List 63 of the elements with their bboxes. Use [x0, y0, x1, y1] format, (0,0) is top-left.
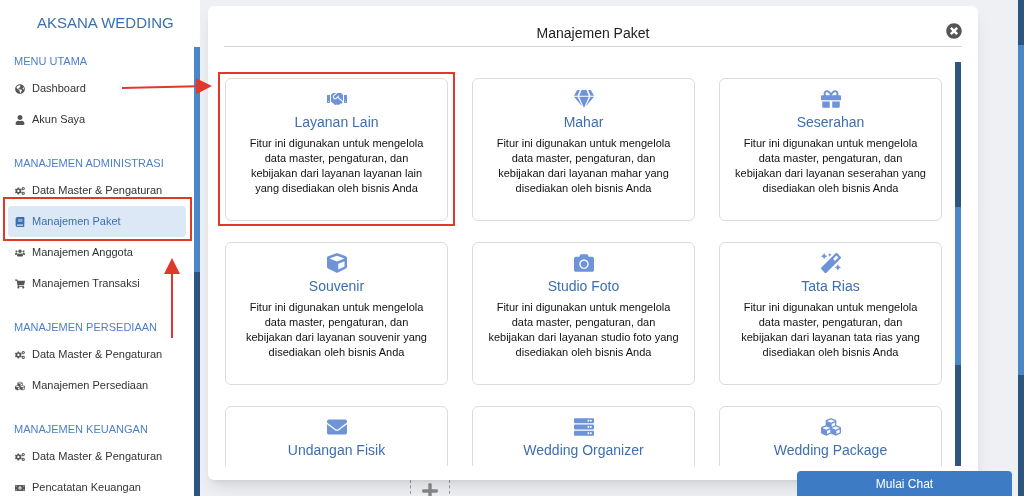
diamond-icon [573, 89, 594, 109]
money-icon [15, 482, 25, 493]
sidebar-item[interactable]: Data Master & Pengaturan [8, 339, 186, 370]
gears-icon [15, 451, 25, 462]
section-heading: MANAJEMEN PERSEDIAAN [13, 319, 159, 335]
envelope-icon [326, 417, 347, 437]
scrollbar-thumb[interactable] [194, 47, 200, 272]
brand-title: AKSANA WEDDING [36, 13, 175, 33]
card-title: Wedding Package [773, 441, 888, 460]
globe-icon [15, 83, 25, 94]
server-icon [573, 417, 594, 437]
card-title: Souvenir [308, 277, 365, 296]
card-title: Layanan Lain [294, 113, 379, 132]
camera-icon [573, 253, 594, 273]
package-card[interactable]: Tata Rias Fitur ini digunakan untuk mengelola data master, pengaturan, dan kebijakan dari layanan tata rias yang disediakan oleh bisnis Anda [719, 242, 942, 385]
cubes-icon [820, 417, 841, 437]
sidebar-item[interactable]: Manajemen Paket [8, 206, 186, 237]
package-card[interactable]: Wedding Organizer [472, 406, 695, 466]
card-description: Fitur ini digunakan untuk mengelola data master, pengaturan, dan kebijakan dari layanan mahar yang disediakan oleh bisnis Anda [495, 136, 672, 196]
plus-icon [421, 482, 439, 496]
sidebar-item[interactable]: Manajemen Transaksi [8, 268, 186, 299]
sidebar-item[interactable]: Data Master & Pengaturan [8, 175, 186, 206]
gift-icon [820, 89, 841, 109]
gears-icon [15, 185, 25, 196]
cubes-icon [15, 380, 25, 391]
card-title: Wedding Organizer [523, 441, 644, 460]
card-title: Tata Rias [801, 277, 860, 296]
close-button[interactable] [946, 23, 962, 39]
sidebar-item[interactable]: Akun Saya [8, 104, 186, 135]
users-icon [15, 247, 25, 258]
cube-icon [326, 253, 347, 273]
modal-title: Manajemen Paket [536, 23, 650, 43]
card-title: Seserahan [796, 113, 865, 132]
card-description: Fitur ini digunakan untuk mengelola data master, pengaturan, dan kebijakan dari layanan souvenir yang disediakan oleh bisnis Anda [245, 300, 428, 360]
sidebar-item[interactable]: Data Master & Pengaturan [8, 441, 186, 472]
card-title: Studio Foto [547, 277, 620, 296]
chat-button[interactable]: Mulai Chat [797, 471, 1012, 496]
sidebar-item[interactable]: Manajemen Anggota [8, 237, 186, 268]
card-description: Fitur ini digunakan untuk mengelola data master, pengaturan, dan kebijakan dari layanan seserahan yang disediakan oleh bisnis Anda [734, 136, 927, 196]
card-description: Fitur ini digunakan untuk mengelola data master, pengaturan, dan kebijakan dari layanan tata rias yang disediakan oleh bisnis Anda [740, 300, 921, 360]
card-description: Fitur ini digunakan untuk mengelola data master, pengaturan, dan kebijakan dari layanan studio foto yang disediakan oleh bisnis Anda [487, 300, 680, 360]
card-description: Fitur ini digunakan untuk mengelola data master, pengaturan, dan kebijakan dari layanan layanan lain yang disediakan oleh bisnis Anda [248, 136, 425, 196]
package-card[interactable]: Studio Foto Fitur ini digunakan untuk mengelola data master, pengaturan, dan kebijakan dari layanan studio foto yang disediakan oleh bisnis Anda [472, 242, 695, 385]
package-card[interactable]: Souvenir Fitur ini digunakan untuk mengelola data master, pengaturan, dan kebijakan dari layanan souvenir yang disediakan oleh bisnis Anda [225, 242, 448, 385]
user-icon [15, 114, 25, 125]
magic-wand-icon [820, 253, 841, 273]
scrollbar-thumb[interactable] [1018, 45, 1024, 375]
sidebar-item[interactable]: Pencatatan Keuangan [8, 472, 186, 496]
card-title: Undangan Fisik [287, 441, 386, 460]
section-heading: MANAJEMEN ADMINISTRASI [13, 155, 165, 171]
gears-icon [15, 349, 25, 360]
package-card[interactable]: Undangan Fisik [225, 406, 448, 466]
package-card[interactable]: Mahar Fitur ini digunakan untuk mengelola data master, pengaturan, dan kebijakan dari layanan mahar yang disediakan oleh bisnis Anda [472, 78, 695, 221]
scrollbar-thumb[interactable] [955, 207, 961, 365]
sidebar-item[interactable]: Dashboard [8, 73, 186, 104]
cart-icon [15, 278, 25, 289]
section-heading: MENU UTAMA [13, 53, 89, 69]
card-title: Mahar [563, 113, 604, 132]
sidebar-item[interactable]: Manajemen Persediaan [8, 370, 186, 401]
package-card[interactable]: Layanan Lain Fitur ini digunakan untuk mengelola data master, pengaturan, dan kebijakan dari layanan layanan lain yang disediakan oleh bisnis Anda [225, 78, 448, 221]
package-card[interactable]: Seserahan Fitur ini digunakan untuk mengelola data master, pengaturan, dan kebijakan dari layanan seserahan yang disediakan oleh bisnis Anda [719, 78, 942, 221]
section-heading: MANAJEMEN KEUANGAN [13, 421, 149, 437]
book-icon [15, 216, 25, 227]
